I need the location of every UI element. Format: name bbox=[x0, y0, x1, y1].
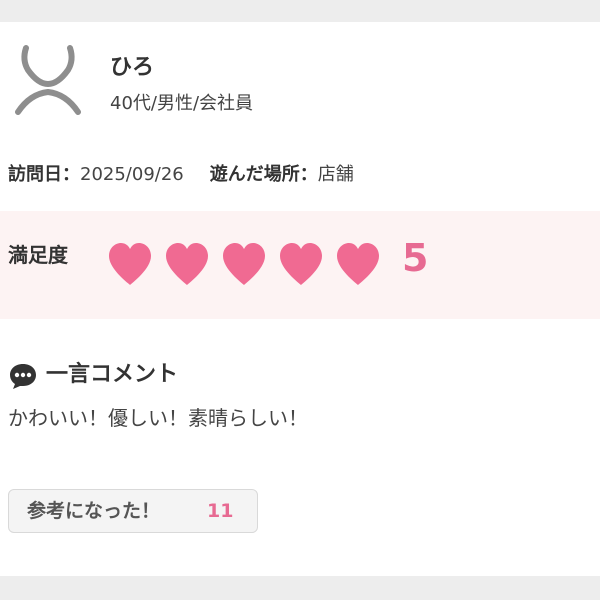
heart-icon bbox=[337, 243, 379, 285]
speech-bubble-icon bbox=[10, 364, 36, 389]
visit-place: 店舗 bbox=[317, 164, 354, 185]
comment-title: 一言コメント bbox=[46, 362, 179, 387]
user-profile: 40代/男性/会社員 bbox=[110, 93, 254, 114]
heart-icon bbox=[280, 243, 322, 285]
visit-place-label: 遊んだ場所： bbox=[209, 164, 318, 185]
user-silhouette-icon bbox=[15, 45, 81, 115]
helpful-button[interactable]: 参考になった！ 11 bbox=[8, 489, 258, 533]
helpful-count: 11 bbox=[207, 500, 234, 522]
heart-icon bbox=[166, 243, 208, 285]
comment-text: かわいい！優しい！素晴らしい！ bbox=[8, 406, 308, 430]
visit-date: 2025/09/26 bbox=[80, 164, 184, 185]
visit-info: 訪問日：2025/09/26 遊んだ場所：店舗 bbox=[8, 162, 354, 188]
visit-date-label: 訪問日： bbox=[8, 164, 80, 185]
rating-value: 5 bbox=[402, 236, 429, 280]
heart-icon bbox=[223, 243, 265, 285]
rating-label: 満足度 bbox=[8, 243, 68, 267]
satisfaction-rating: 満足度 5 bbox=[0, 211, 600, 319]
helpful-label: 参考になった！ bbox=[27, 500, 161, 522]
heart-icon bbox=[109, 243, 151, 285]
user-name: ひろ bbox=[110, 55, 155, 80]
review-card: ひろ 40代/男性/会社員 訪問日：2025/09/26 遊んだ場所：店舗 満足度… bbox=[0, 22, 600, 576]
